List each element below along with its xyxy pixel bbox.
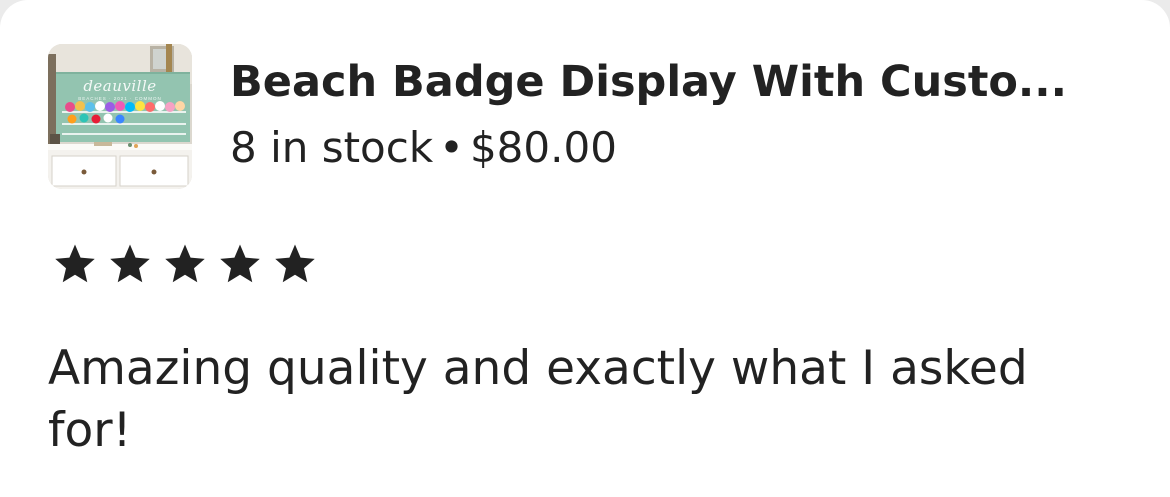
listing-title[interactable]: Beach Badge Display With Custo... — [230, 54, 1067, 110]
star-icon — [162, 241, 208, 287]
star-rating — [52, 241, 327, 287]
listing-photo — [48, 44, 192, 189]
star-icon — [52, 241, 98, 287]
listing-price: $80.00 — [469, 122, 617, 172]
star-icon — [272, 241, 318, 287]
listing-info: Beach Badge Display With Custo... 8 in s… — [230, 54, 1067, 180]
star-icon — [107, 241, 153, 287]
review-text: Amazing quality and exactly what I asked… — [48, 341, 1028, 458]
star-icon — [217, 241, 263, 287]
review-card: deauville BEACHES · 2021 · COMMON Beach … — [0, 0, 1170, 497]
listing-meta: 8 in stock • $80.00 — [230, 116, 1067, 180]
meta-separator: • — [439, 122, 464, 172]
listing-thumbnail[interactable]: deauville BEACHES · 2021 · COMMON — [48, 44, 192, 189]
listing-summary[interactable]: deauville BEACHES · 2021 · COMMON Beach … — [48, 44, 1067, 189]
stock-count: 8 in stock — [230, 122, 434, 172]
